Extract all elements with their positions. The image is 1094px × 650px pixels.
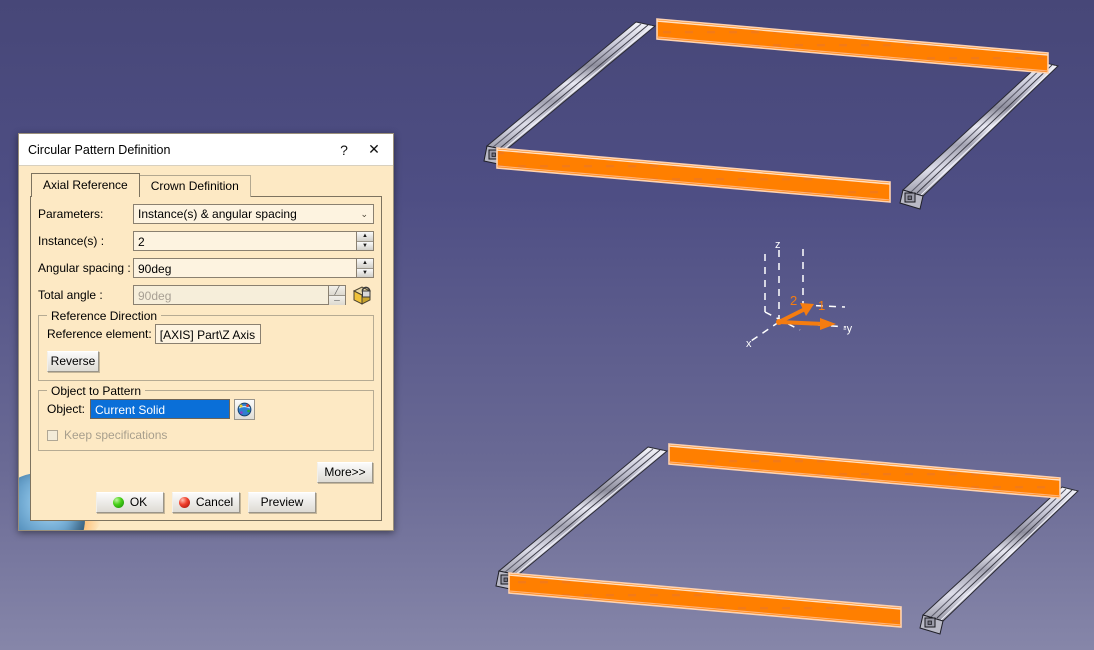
stepper-up-icon[interactable]: ▲ [357,232,373,242]
reference-direction-title: Reference Direction [47,309,161,323]
object-to-pattern-title: Object to Pattern [47,384,145,398]
angular-spacing-stepper[interactable]: ▲ ▼ [357,258,374,278]
ok-status-icon [113,497,124,508]
compass-origin [776,319,782,325]
tab-crown-definition[interactable]: Crown Definition [139,175,251,197]
total-angle-stepper: ╱ ─ [329,285,346,305]
upper-orange-beam-near[interactable] [497,148,890,202]
more-row: More>> [38,462,374,483]
stepper-down-icon: ─ [329,296,345,305]
instances-stepper[interactable]: ▲ ▼ [357,231,374,251]
dialog-title: Circular Pattern Definition [28,143,329,157]
object-label: Object: [47,402,85,416]
lower-silver-beam-right[interactable] [920,487,1078,634]
help-icon[interactable]: ? [329,137,359,163]
compass-label-z: z [775,239,781,251]
reference-element-row: Reference element: [AXIS] Part\Z Axis [47,323,365,345]
select-object-icon[interactable] [234,399,255,420]
circular-pattern-definition-dialog[interactable]: Circular Pattern Definition ? ✕ Axial Re… [18,133,394,531]
tab-axial-reference[interactable]: Axial Reference [31,173,140,197]
lower-orange-beam-near[interactable] [509,573,901,627]
keep-specifications-label: Keep specifications [64,428,167,442]
instances-row: Instance(s) : 2 ▲ ▼ [38,230,374,252]
lower-frame[interactable] [496,444,1078,634]
upper-frame[interactable] [484,19,1058,209]
compass-label-y: -y [843,323,853,335]
stepper-up-icon: ╱ [329,286,345,296]
lower-silver-beam-left[interactable] [496,447,667,590]
reverse-button[interactable]: Reverse [47,351,99,372]
parameters-label: Parameters: [38,207,133,221]
instances-label: Instance(s) : [38,234,133,248]
angular-spacing-input[interactable]: 90deg [133,258,357,278]
reference-element-input[interactable]: [AXIS] Part\Z Axis [155,324,261,344]
object-input[interactable]: Current Solid [90,399,230,419]
parameters-value: Instance(s) & angular spacing [138,204,297,224]
compass-label-x: x [746,338,752,350]
preview-button[interactable]: Preview [248,492,316,513]
tab-bar[interactable]: Axial Reference Crown Definition [31,175,382,197]
compass-arrow-1-label: 1 [818,298,825,313]
object-to-pattern-group: Object to Pattern Object: Current Solid [38,390,374,451]
cancel-status-icon [179,497,190,508]
parameters-select[interactable]: Instance(s) & angular spacing ⌄ [133,204,374,224]
compass-arrow-2-label: 2 [790,293,797,308]
chevron-down-icon: ⌄ [360,210,368,219]
reference-direction-group: Reference Direction Reference element: [… [38,315,374,381]
reference-element-label: Reference element: [47,327,152,341]
instances-input[interactable]: 2 [133,231,357,251]
dialog-content: Axial Reference Crown Definition Paramet… [19,166,393,521]
lower-orange-beam-far[interactable] [669,444,1060,498]
total-angle-row: Total angle : 90deg ╱ ─ [38,284,374,306]
stepper-down-icon[interactable]: ▼ [357,242,373,251]
compass-axis-x [751,322,779,341]
upper-silver-beam-right[interactable] [900,62,1058,209]
ok-label: OK [130,493,147,512]
stepper-up-icon[interactable]: ▲ [357,259,373,269]
dialog-actions: OK Cancel Preview [38,492,374,513]
axis-compass[interactable]: z -y x 1 2 [746,239,853,350]
angular-spacing-label: Angular spacing : [38,261,133,275]
keep-specifications-checkbox [47,430,58,441]
total-angle-label: Total angle : [38,288,133,302]
pattern-cube-icon[interactable] [350,284,374,306]
upper-silver-beam-left[interactable] [484,22,655,165]
stepper-down-icon[interactable]: ▼ [357,269,373,278]
close-icon[interactable]: ✕ [359,137,389,163]
ok-button[interactable]: OK [96,492,164,513]
parameters-row: Parameters: Instance(s) & angular spacin… [38,203,374,225]
axial-reference-panel: Parameters: Instance(s) & angular spacin… [30,196,382,521]
total-angle-input: 90deg [133,285,329,305]
dialog-body: Axial Reference Crown Definition Paramet… [19,166,393,531]
keep-specifications-row[interactable]: Keep specifications [47,428,365,442]
upper-orange-beam-far[interactable] [657,19,1048,73]
cancel-button[interactable]: Cancel [172,492,240,513]
angular-spacing-row: Angular spacing : 90deg ▲ ▼ [38,257,374,279]
dialog-titlebar[interactable]: Circular Pattern Definition ? ✕ [19,134,393,166]
object-row: Object: Current Solid [47,398,365,420]
tab-filler [250,196,382,197]
cancel-label: Cancel [196,493,233,512]
more-button[interactable]: More>> [317,462,373,483]
